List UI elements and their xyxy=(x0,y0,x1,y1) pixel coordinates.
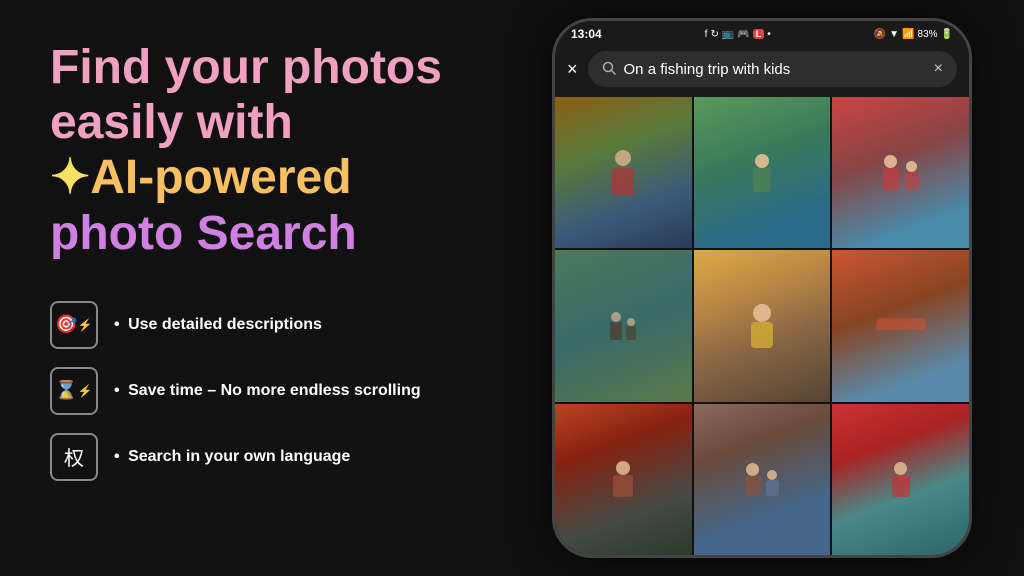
feature-item-scrolling: ⌛⚡ • Save time – No more endless scrolli… xyxy=(50,367,480,415)
feature-item-language: 权 • Search in your own language xyxy=(50,433,480,481)
dot-icon: • xyxy=(767,29,771,40)
photo-cell-9[interactable] xyxy=(832,404,969,555)
headline-ai-text: AI-powered xyxy=(90,151,351,204)
battery-text: 83% xyxy=(918,29,938,40)
battery-icon: 🔋 xyxy=(941,29,953,40)
search-bar-row: × On a fishing trip with kids × xyxy=(555,45,969,97)
tv-icon2: 🎮 xyxy=(737,29,749,40)
language-icon: 权 xyxy=(50,433,98,481)
photo-cell-4[interactable] xyxy=(555,250,692,401)
tv-icon1: 📺 xyxy=(722,29,734,40)
feature-text-language: • Search in your own language xyxy=(114,448,350,466)
hourglass-lightning-icon: ⌛⚡ xyxy=(50,367,98,415)
wifi-icon: ▼ xyxy=(889,29,899,40)
left-panel: Find your photos easily with ✦AI-powered… xyxy=(0,0,520,576)
photo-cell-6[interactable] xyxy=(832,250,969,401)
sync-icon: ↻ xyxy=(710,29,718,40)
headline-line2: easily with xyxy=(50,95,480,150)
photo-cell-7[interactable] xyxy=(555,404,692,555)
right-panel: 13:04 f ↻ 📺 🎮 L • 🔕 ▼ 📶 83% 🔋 × xyxy=(520,0,1024,576)
phone-mockup: 13:04 f ↻ 📺 🎮 L • 🔕 ▼ 📶 83% 🔋 × xyxy=(552,18,972,558)
status-bar: 13:04 f ↻ 📺 🎮 L • 🔕 ▼ 📶 83% 🔋 xyxy=(555,21,969,45)
headline-line1: Find your photos xyxy=(50,40,480,95)
photo-grid xyxy=(555,97,969,555)
feature-item-descriptions: 🎯⚡ • Use detailed descriptions xyxy=(50,301,480,349)
sparkle-icon: ✦ xyxy=(50,151,90,204)
headline-search-text: photo Search xyxy=(50,206,480,261)
photo-cell-8[interactable] xyxy=(694,404,831,555)
search-input-text[interactable]: On a fishing trip with kids xyxy=(624,61,926,78)
status-time: 13:04 xyxy=(571,27,602,41)
status-icons-right: 🔕 ▼ 📶 83% 🔋 xyxy=(874,29,953,40)
mute-icon: 🔕 xyxy=(874,29,886,40)
photo-cell-5[interactable] xyxy=(694,250,831,401)
fb-icon: f xyxy=(705,29,708,40)
signal-icon: 📶 xyxy=(902,29,914,40)
badge-icon: L xyxy=(753,29,765,39)
clear-search-button[interactable]: × xyxy=(934,60,943,78)
search-box[interactable]: On a fishing trip with kids × xyxy=(588,51,957,87)
feature-text-descriptions: • Use detailed descriptions xyxy=(114,316,322,334)
feature-text-scrolling: • Save time – No more endless scrolling xyxy=(114,382,421,400)
features-list: 🎯⚡ • Use detailed descriptions ⌛⚡ • Save… xyxy=(50,301,480,481)
target-lightning-icon: 🎯⚡ xyxy=(50,301,98,349)
close-button[interactable]: × xyxy=(567,59,578,80)
photo-cell-3[interactable] xyxy=(832,97,969,248)
photo-cell-1[interactable] xyxy=(555,97,692,248)
photo-cell-2[interactable] xyxy=(694,97,831,248)
headline-ai-line: ✦AI-powered xyxy=(50,150,480,205)
search-icon xyxy=(602,61,616,78)
status-icons-left: f ↻ 📺 🎮 L • xyxy=(705,29,771,40)
headline: Find your photos easily with ✦AI-powered… xyxy=(50,40,480,261)
